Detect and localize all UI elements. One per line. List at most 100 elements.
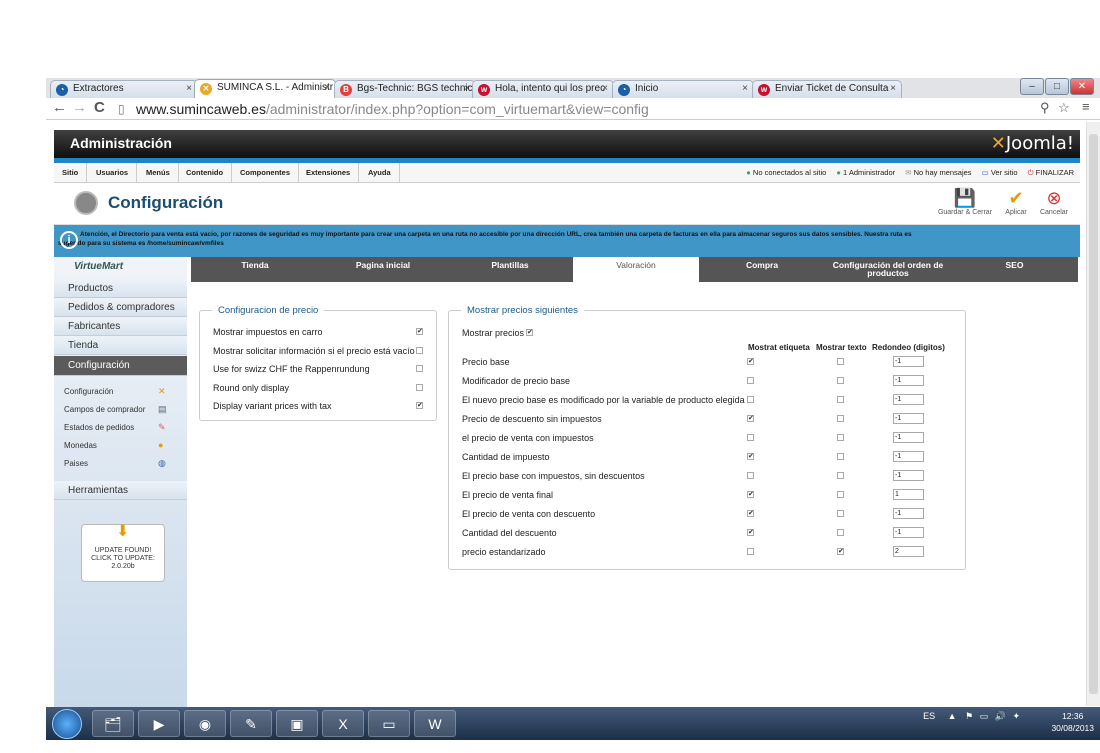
tab-close-icon[interactable]: × [464, 83, 470, 94]
etiqueta-checkbox[interactable] [747, 396, 754, 403]
etiqueta-checkbox[interactable] [747, 377, 754, 384]
redondeo-input[interactable]: -1 [893, 527, 924, 538]
texto-checkbox[interactable] [837, 396, 844, 403]
minimize-button[interactable]: – [1020, 78, 1044, 95]
menu-menus[interactable]: Menús [138, 163, 179, 183]
menu-contenido[interactable]: Contenido [178, 163, 233, 183]
update-notice-box[interactable]: ⬇ UPDATE FOUND! CLICK TO UPDATE: 2.0.20b [81, 524, 165, 582]
redondeo-input[interactable]: 2 [893, 546, 924, 557]
etiqueta-checkbox[interactable]: ✔ [747, 415, 754, 422]
url-input[interactable]: ▯ www.sumincaweb.es/administrator/index.… [116, 99, 1078, 119]
search-icon[interactable]: ⚲ [1040, 100, 1050, 116]
sidebar-item-fabricantes[interactable]: Fabricantes [54, 317, 187, 336]
redondeo-input[interactable]: -1 [893, 356, 924, 367]
browser-tab[interactable]: ◔ Extractores × [50, 80, 198, 98]
tab-close-icon[interactable]: × [602, 83, 608, 94]
sidebar-sub-configuracion[interactable]: Configuración [64, 387, 113, 396]
ver-sitio-link[interactable]: Ver sitio [991, 168, 1018, 177]
volume-icon[interactable]: 🔊 [995, 711, 1006, 721]
texto-checkbox[interactable]: ✔ [837, 548, 844, 555]
tab-close-icon[interactable]: × [186, 83, 192, 94]
tab-close-icon[interactable]: × [324, 82, 330, 93]
network-icon[interactable]: ▭ [980, 711, 989, 721]
menu-extensiones[interactable]: Extensiones [298, 163, 360, 183]
etiqueta-checkbox[interactable]: ✔ [747, 510, 754, 517]
explorer-taskbar-icon[interactable]: 🗂 [92, 710, 134, 737]
sidebar-sub-campos[interactable]: Campos de comprador [64, 405, 145, 414]
etiqueta-checkbox[interactable]: ✔ [747, 358, 754, 365]
texto-checkbox[interactable] [837, 510, 844, 517]
menu-icon[interactable]: ≡ [1082, 99, 1090, 114]
sidebar-sub-monedas[interactable]: Monedas [64, 441, 97, 450]
texto-checkbox[interactable] [837, 358, 844, 365]
clock[interactable]: 12:36 30/08/2013 [1051, 710, 1094, 734]
image-taskbar-icon[interactable]: ▣ [276, 710, 318, 737]
sidebar-sub-paises[interactable]: Paises [64, 459, 88, 468]
etiqueta-checkbox[interactable] [747, 434, 754, 441]
chrome-taskbar-icon[interactable]: ◉ [184, 710, 226, 737]
mensajes-label[interactable]: No hay mensajes [914, 168, 972, 177]
precio-config-checkbox[interactable] [416, 383, 423, 391]
mostrar-precios-checkbox[interactable]: ✔ [526, 329, 533, 336]
menu-componentes[interactable]: Componentes [232, 163, 300, 183]
redondeo-input[interactable]: -1 [893, 413, 924, 424]
tab-close-icon[interactable]: × [742, 83, 748, 94]
tab-plantillas[interactable]: Plantillas [447, 257, 573, 282]
paint-taskbar-icon[interactable]: ✎ [230, 710, 272, 737]
tab-pagina-inicial[interactable]: Pagina inicial [319, 257, 447, 282]
tray-arrow-icon[interactable]: ▲ [948, 711, 957, 721]
finalizar-link[interactable]: FINALIZAR [1036, 168, 1074, 177]
redondeo-input[interactable]: -1 [893, 470, 924, 481]
tab-close-icon[interactable]: × [890, 83, 896, 94]
close-window-button[interactable]: ✕ [1070, 78, 1094, 95]
etiqueta-checkbox[interactable]: ✔ [747, 491, 754, 498]
flag-icon[interactable]: ⚑ [965, 711, 973, 721]
reload-icon[interactable]: C [94, 99, 105, 116]
save-close-button[interactable]: 💾 Guardar & Cerrar [934, 187, 996, 216]
browser-tab[interactable]: ✕ SUMINCA S.L. - Administr × [194, 79, 336, 99]
scrollbar-thumb[interactable] [1089, 134, 1098, 694]
precio-config-checkbox[interactable] [416, 365, 423, 372]
maximize-button[interactable]: □ [1045, 78, 1069, 95]
etiqueta-checkbox[interactable]: ✔ [747, 453, 754, 460]
precio-config-checkbox[interactable] [416, 346, 423, 354]
star-icon[interactable]: ☆ [1058, 100, 1070, 116]
sidebar-item-pedidos[interactable]: Pedidos & compradores [54, 298, 187, 317]
tab-compra[interactable]: Compra [699, 257, 825, 282]
texto-checkbox[interactable] [837, 377, 844, 384]
tab-orden-productos[interactable]: Configuración del orden de productos [825, 257, 951, 282]
screen-taskbar-icon[interactable]: ▭ [368, 710, 410, 737]
cancel-button[interactable]: ⊗ Cancelar [1036, 187, 1072, 216]
etiqueta-checkbox[interactable]: ✔ [747, 529, 754, 536]
antivirus-icon[interactable]: ✦ [1012, 711, 1020, 721]
sidebar-item-productos[interactable]: Productos [54, 279, 187, 298]
apply-button[interactable]: ✔ Aplicar [1000, 187, 1032, 216]
tab-tienda[interactable]: Tienda [191, 257, 319, 282]
precio-config-checkbox[interactable]: ✔ [416, 328, 423, 335]
etiqueta-checkbox[interactable] [747, 548, 754, 555]
sidebar-item-configuracion[interactable]: Configuración [54, 356, 187, 376]
redondeo-input[interactable]: 1 [893, 489, 924, 500]
menu-usuarios[interactable]: Usuarios [88, 163, 138, 183]
start-button[interactable] [52, 709, 82, 739]
redondeo-input[interactable]: -1 [893, 375, 924, 386]
precio-config-checkbox[interactable]: ✔ [416, 402, 423, 409]
word-taskbar-icon[interactable]: W [414, 710, 456, 737]
vertical-scrollbar[interactable] [1086, 122, 1100, 706]
browser-tab[interactable]: w Hola, intento qui los prec × [472, 80, 614, 98]
excel-taskbar-icon[interactable]: X [322, 710, 364, 737]
etiqueta-checkbox[interactable] [747, 472, 754, 479]
texto-checkbox[interactable] [837, 472, 844, 479]
redondeo-input[interactable]: -1 [893, 432, 924, 443]
tab-seo[interactable]: SEO [951, 257, 1078, 282]
browser-tab[interactable]: w Enviar Ticket de Consulta × [752, 80, 902, 98]
forward-arrow-icon[interactable]: → [72, 99, 87, 116]
browser-tab[interactable]: ◔ Inicio × [612, 80, 754, 98]
redondeo-input[interactable]: -1 [893, 451, 924, 462]
texto-checkbox[interactable] [837, 453, 844, 460]
back-arrow-icon[interactable]: ← [52, 99, 67, 116]
tab-valoracion[interactable]: Valoración [573, 257, 699, 282]
texto-checkbox[interactable] [837, 434, 844, 441]
texto-checkbox[interactable] [837, 529, 844, 536]
texto-checkbox[interactable] [837, 491, 844, 498]
